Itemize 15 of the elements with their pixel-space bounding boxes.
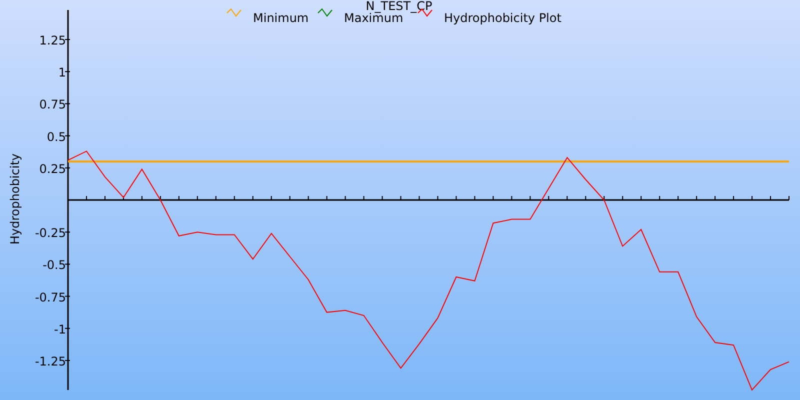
y-tick-label: 1.25	[39, 34, 66, 48]
y-tick-label: -0.75	[34, 290, 66, 304]
y-axis-label: Hydrophobicity	[8, 154, 22, 244]
y-tick-label: 0.25	[39, 162, 66, 176]
chart-title: N_TEST_CP	[366, 0, 432, 13]
y-tick-label: -1	[54, 322, 66, 336]
y-tick-label: 0.5	[46, 130, 66, 144]
y-tick-label: -0.25	[34, 226, 66, 240]
y-tick-label: -1.25	[34, 354, 66, 368]
legend-label: Hydrophobicity Plot	[444, 11, 562, 25]
legend-label: Maximum	[344, 11, 404, 25]
y-tick-label: 0.75	[39, 98, 66, 112]
y-tick-label: 1	[58, 66, 66, 80]
legend-label: Minimum	[253, 11, 309, 25]
y-tick-label: -0.5	[42, 258, 66, 272]
